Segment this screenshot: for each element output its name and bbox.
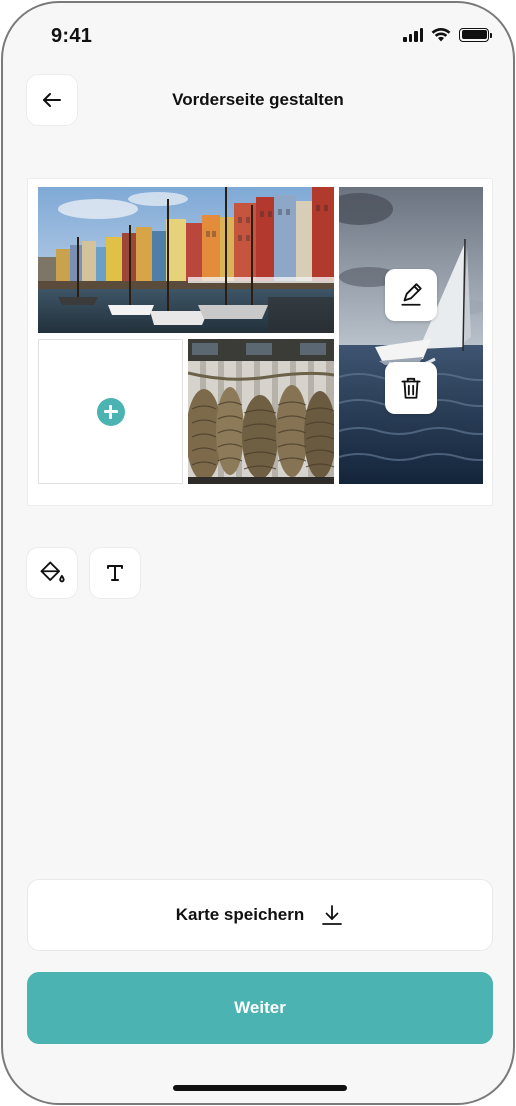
page-title: Vorderseite gestalten [172, 90, 344, 109]
signal-icon [403, 27, 423, 42]
delete-photo-button[interactable] [385, 362, 437, 414]
next-label: Weiter [234, 998, 286, 1017]
sailboat-photo[interactable] [339, 187, 483, 484]
next-button[interactable]: Weiter [27, 972, 493, 1044]
battery-icon [459, 27, 492, 42]
save-card-label: Karte speichern [175, 905, 305, 924]
edit-photo-button[interactable] [385, 269, 437, 321]
paint-bucket-icon [40, 561, 65, 583]
status-time: 9:41 [51, 25, 93, 47]
home-indicator [173, 1085, 347, 1091]
status-icons [403, 27, 492, 42]
harbor-photo[interactable] [38, 187, 334, 333]
text-icon [107, 565, 123, 581]
wifi-icon [431, 27, 451, 42]
card-canvas [27, 178, 493, 506]
plus-icon [96, 397, 125, 426]
trash-icon [401, 377, 421, 399]
add-photo-slot[interactable] [38, 339, 183, 484]
save-card-button[interactable]: Karte speichern [27, 879, 493, 951]
add-text-button[interactable] [89, 547, 141, 599]
ropes-photo[interactable] [188, 339, 334, 484]
background-color-button[interactable] [26, 547, 78, 599]
phone-frame: 9:41 Vorderseite gestalten Karte speiche… [1, 1, 515, 1105]
download-icon [322, 905, 343, 925]
edit-icon [401, 283, 422, 306]
